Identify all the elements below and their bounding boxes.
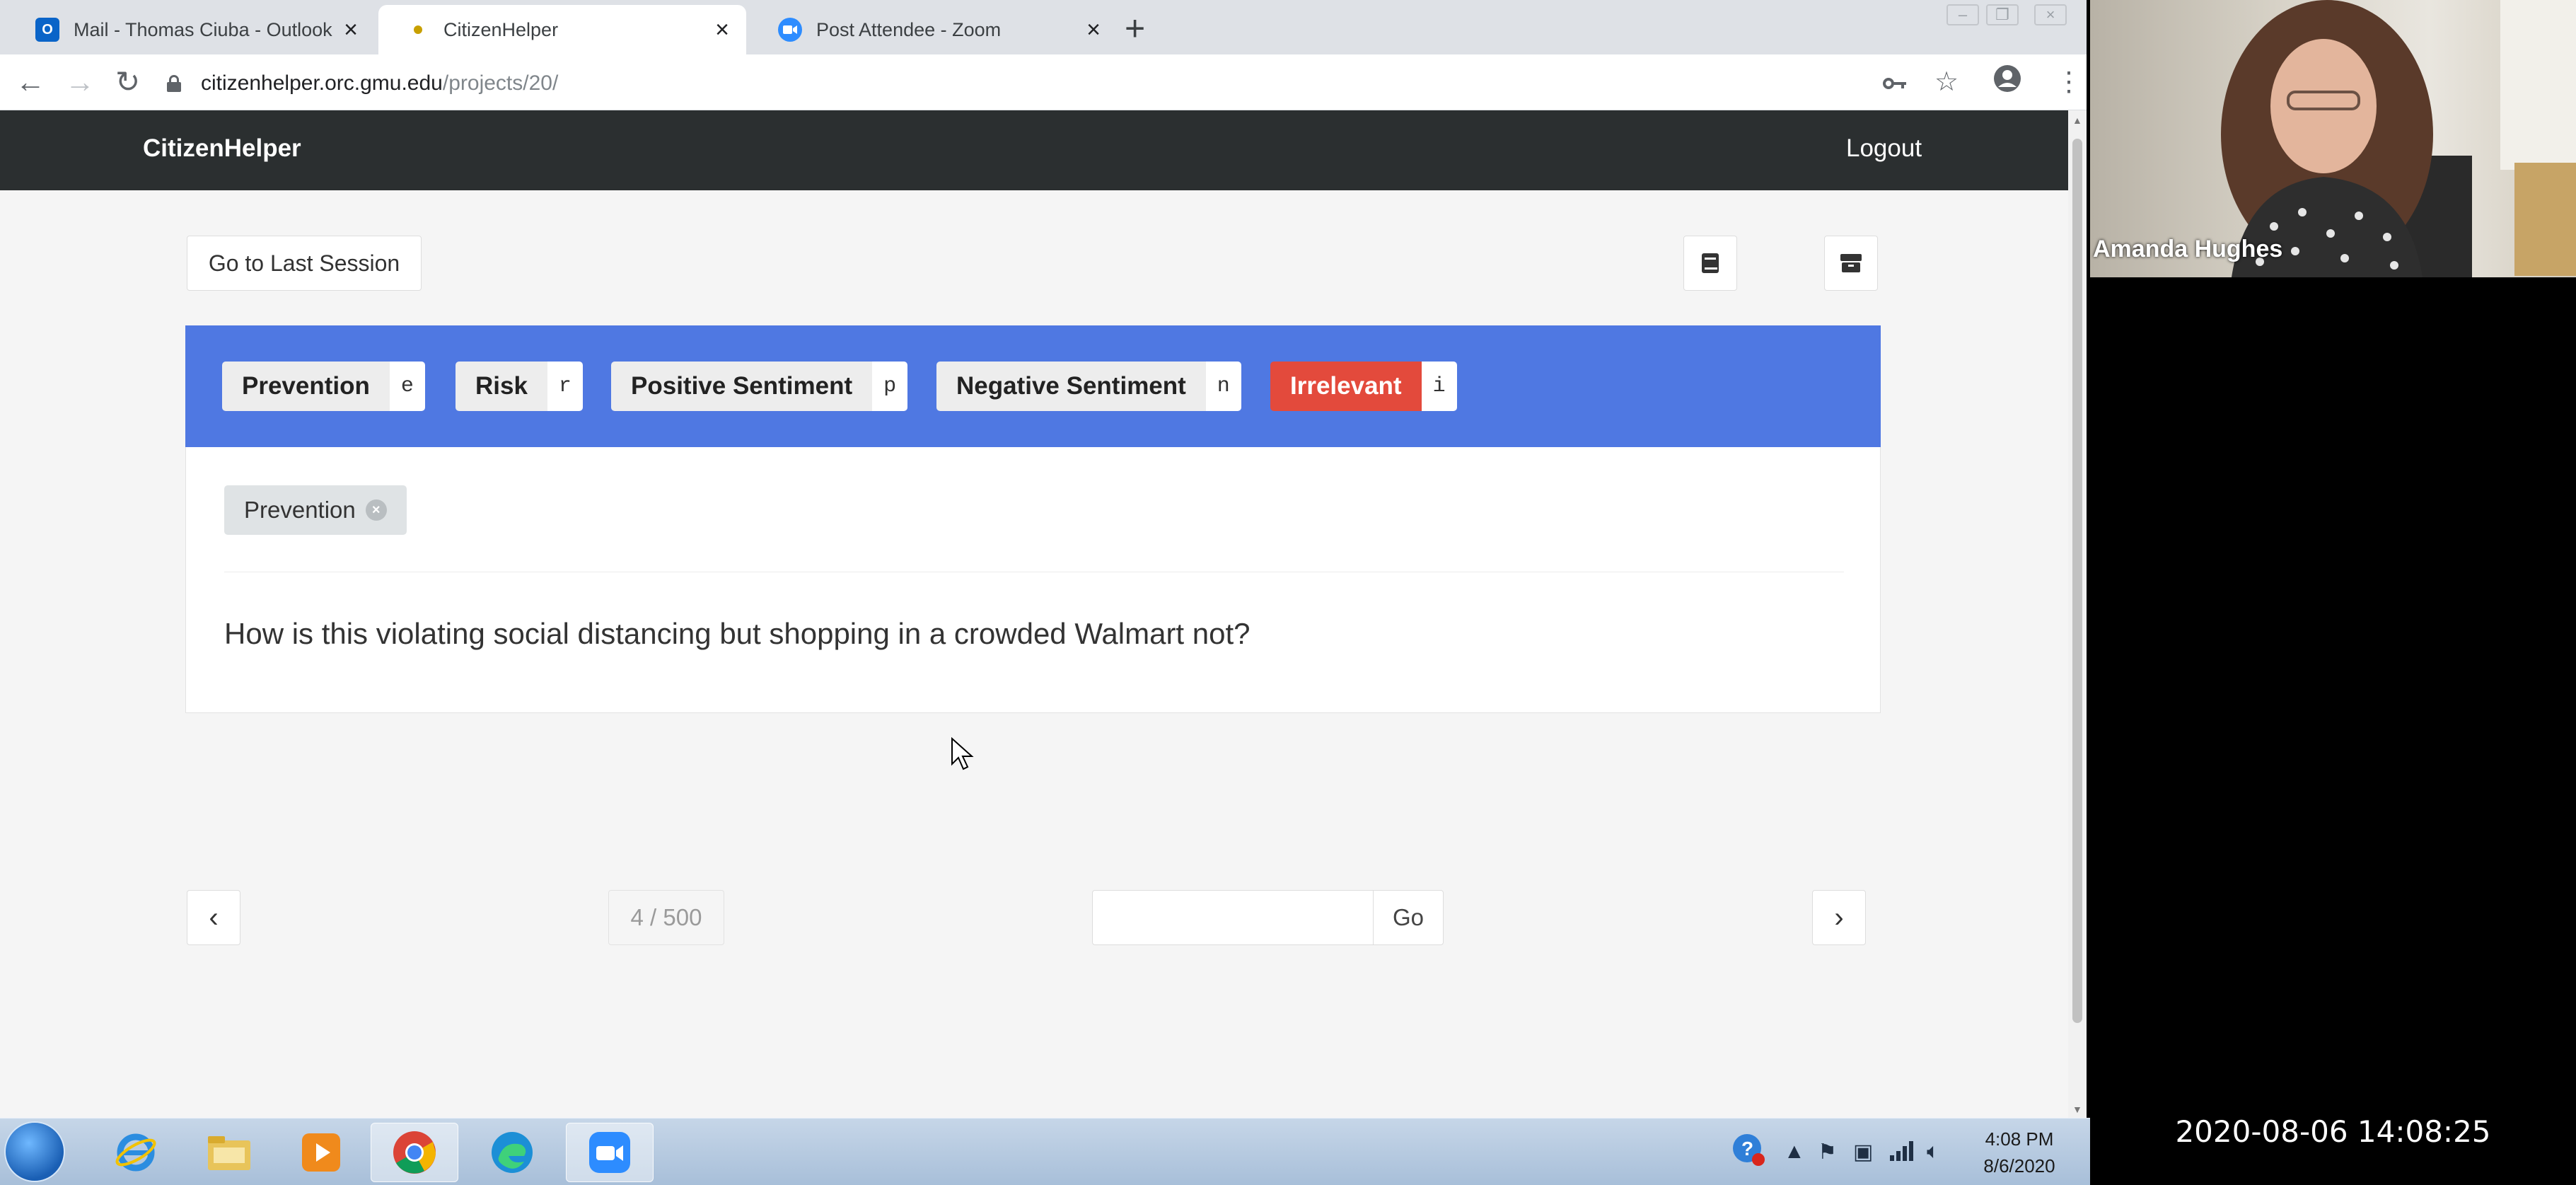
chevron-left-icon: ‹ [209,901,219,933]
file-explorer-icon[interactable] [185,1123,273,1182]
label-name: Negative Sentiment [936,362,1206,411]
address-bar[interactable]: citizenhelper.orc.gmu.edu/projects/20/ [167,66,1857,101]
goto-item-input[interactable] [1092,890,1374,945]
applied-label-chip: Prevention × [224,485,407,535]
edge-icon[interactable] [468,1123,556,1182]
url-host: citizenhelper.orc.gmu.edu [201,71,443,95]
forward-arrow-icon[interactable]: → [65,64,95,100]
label-name: Irrelevant [1270,362,1422,411]
help-update-icon[interactable]: ? [1731,1133,1767,1174]
remove-label-icon[interactable]: × [365,499,387,521]
item-counter: 4 / 500 [608,890,724,945]
previous-item-button[interactable]: ‹ [187,890,240,945]
browser-toolbar: ← → ↻ citizenhelper.orc.gmu.edu/projects… [0,54,2087,110]
label-hotkey: e [389,362,425,411]
archive-icon [1840,254,1862,272]
tweet-text: How is this violating social distancing … [224,617,1251,650]
label-hotkey: i [1421,362,1457,411]
logout-link[interactable]: Logout [1846,134,1922,163]
show-hidden-icons-icon[interactable]: ▲ [1784,1140,1805,1164]
clock-date[interactable]: 8/6/2020 [1980,1155,2058,1177]
minimize-icon[interactable]: – [1946,4,1979,25]
label-name: Prevention [222,362,390,411]
chrome-icon[interactable] [371,1123,458,1182]
window-close-icon[interactable]: × [2034,4,2067,25]
zoom-taskbar-icon[interactable] [566,1123,654,1182]
device-icon[interactable]: ▣ [1853,1140,1873,1164]
label-hotkey: r [547,362,583,411]
scroll-thumb[interactable] [2072,139,2082,1023]
label-button-positive-sentiment[interactable]: Positive Sentiment p [611,362,908,411]
internet-explorer-icon[interactable] [92,1123,180,1182]
recording-timestamp: 2020-08-06 14:08:25 [2175,1114,2491,1149]
label-button-negative-sentiment[interactable]: Negative Sentiment n [936,362,1241,411]
new-tab-button[interactable]: + [1125,8,1145,48]
label-button-prevention[interactable]: Prevention e [222,362,425,411]
tab-strip: O Mail - Thomas Ciuba - Outlook × Citize… [0,0,2087,54]
chevron-right-icon: › [1834,901,1844,933]
tab-title: Post Attendee - Zoom [816,18,1002,40]
media-player-icon[interactable] [277,1123,365,1182]
label-hotkey: n [1205,362,1241,411]
brand-link[interactable]: CitizenHelper [143,134,301,163]
mouse-cursor-icon [951,737,974,770]
key-icon[interactable] [1883,64,1907,100]
archive-icon-button[interactable] [1824,236,1878,291]
menu-kebab-icon[interactable]: ⋮ [2055,64,2082,100]
screen: O Mail - Thomas Ciuba - Outlook × Citize… [0,0,2576,1185]
next-item-button[interactable]: › [1812,890,1866,945]
browser-window: O Mail - Thomas Ciuba - Outlook × Citize… [0,0,2087,1118]
volume-icon[interactable]: 🔈︎ [1927,1140,1939,1164]
close-icon[interactable]: × [1086,18,1101,42]
network-signal-icon[interactable] [1890,1140,1914,1167]
windows-start-icon[interactable] [4,1121,65,1182]
app-navbar: CitizenHelper Logout [0,110,2068,190]
label-button-irrelevant[interactable]: Irrelevant i [1270,362,1457,411]
page-scrollbar[interactable]: ▲ ▼ [2068,110,2087,1118]
windows-taskbar: ? ▲ ⚑ ▣ 🔈︎ 4:08 PM 8/6/2020 [0,1118,2090,1185]
label-toolbar: Prevention e Risk r Positive Sentiment p… [185,325,1881,447]
tab-zoom[interactable]: Post Attendee - Zoom × [750,5,1118,54]
profile-avatar-icon[interactable] [1993,64,2021,102]
reload-icon[interactable]: ↻ [115,64,140,100]
label-button-risk[interactable]: Risk r [456,362,583,411]
participant-video: Amanda Hughes [2090,0,2576,277]
clock-time[interactable]: 4:08 PM [1980,1128,2058,1150]
back-arrow-icon[interactable]: ← [16,64,45,100]
book-icon [1702,253,1719,273]
tab-citizenhelper[interactable]: CitizenHelper × [378,5,746,54]
tab-outlook[interactable]: O Mail - Thomas Ciuba - Outlook × [7,5,375,54]
scroll-down-icon[interactable]: ▼ [2072,1104,2082,1115]
action-center-flag-icon[interactable]: ⚑ [1818,1140,1837,1164]
bookmark-star-icon[interactable]: ☆ [1934,64,1959,100]
go-to-last-session-button[interactable]: Go to Last Session [187,236,422,291]
participant-name: Amanda Hughes [2093,236,2283,262]
tweet-card: Prevention × How is this violating socia… [185,447,1881,713]
outlook-icon: O [35,18,59,42]
svg-text:?: ? [1741,1138,1753,1160]
web-page: CitizenHelper Logout Go to Last Session … [0,110,2068,1118]
zoom-icon [778,18,802,42]
book-icon-button[interactable] [1683,236,1737,291]
go-button[interactable]: Go [1373,890,1444,945]
url-path: /projects/20/ [442,71,559,95]
label-name: Positive Sentiment [611,362,873,411]
page-favicon [414,25,422,34]
close-icon[interactable]: × [715,18,729,42]
tab-title: CitizenHelper [443,18,559,40]
tab-title: Mail - Thomas Ciuba - Outlook [74,18,332,40]
label-name: Risk [456,362,547,411]
lock-icon [167,75,181,92]
scroll-up-icon[interactable]: ▲ [2072,115,2082,126]
zoom-video-panel: Amanda Hughes [2090,0,2576,1185]
applied-label-text: Prevention [244,497,356,523]
label-hotkey: p [872,362,908,411]
restore-icon[interactable]: ❐ [1986,4,2019,25]
close-icon[interactable]: × [344,18,358,42]
